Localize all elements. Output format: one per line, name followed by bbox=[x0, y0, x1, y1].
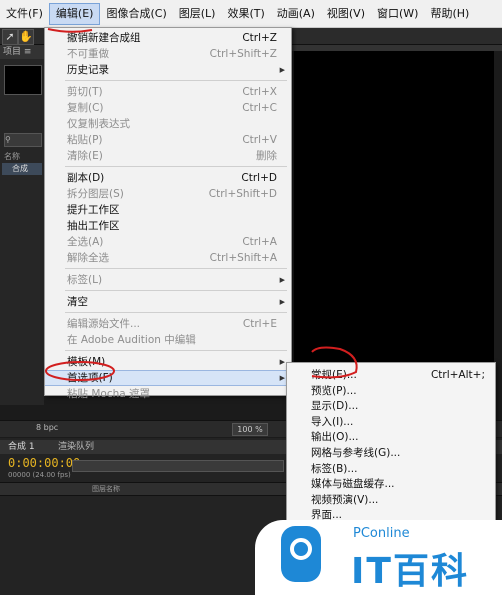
underline-edit-menu-mark bbox=[47, 28, 93, 33]
brand-title: IT百科 bbox=[351, 551, 469, 592]
phone-logo-icon bbox=[281, 526, 321, 582]
watermark-logo-box: PConline IT百科 bbox=[255, 520, 502, 595]
annotation-overlay bbox=[45, 28, 358, 381]
brand-name: PConline bbox=[353, 526, 410, 541]
after-effects-window: 文件(F) 编辑(E) 图像合成(C) 图层(L) 效果(T) 动画(A) 视图(V) 窗口(… bbox=[0, 0, 502, 595]
circle-general-mark bbox=[311, 346, 358, 379]
circle-preferences-mark bbox=[45, 361, 115, 381]
